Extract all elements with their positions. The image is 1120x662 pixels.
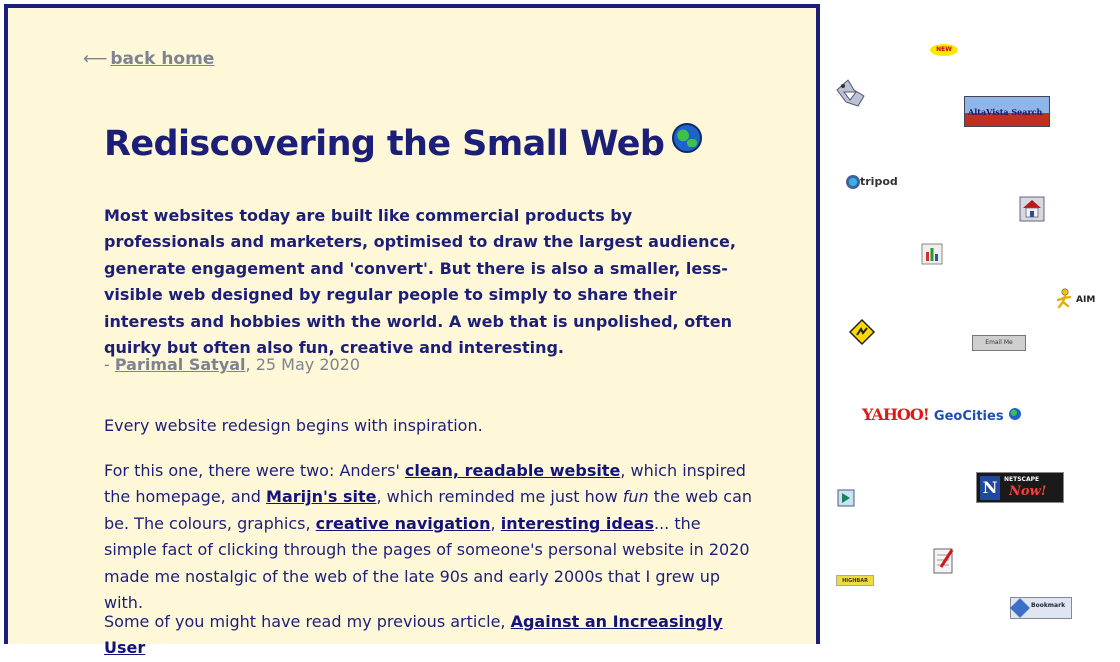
altavista-banner: AltaVista Search bbox=[964, 96, 1050, 127]
back-home-nav: ⟵ back home bbox=[83, 49, 214, 69]
bookmark-badge: Bookmark bbox=[1010, 597, 1072, 619]
bookmark-text: Bookmark bbox=[1031, 602, 1066, 609]
yahoo-geocities-logo: YAHOO! GeoCities bbox=[862, 405, 1042, 431]
netscape-n-icon: N bbox=[980, 476, 1000, 500]
byline-date: , 25 May 2020 bbox=[245, 355, 361, 374]
anders-website-link[interactable]: clean, readable website bbox=[405, 461, 620, 480]
tripod-text: tripod bbox=[860, 175, 898, 188]
back-home-link[interactable]: back home bbox=[110, 49, 214, 69]
text-run: , which reminded me just how bbox=[376, 487, 623, 507]
small-hand-icon bbox=[837, 489, 855, 507]
author-link[interactable]: Parimal Satyal bbox=[115, 355, 246, 374]
aim-running-man: AIM bbox=[1056, 288, 1106, 310]
tripod-mark-icon bbox=[846, 175, 860, 189]
small-globe-icon bbox=[1008, 408, 1021, 420]
geocities-text: GeoCities bbox=[933, 409, 1004, 424]
paragraph-inspiration: For this one, there were two: Anders' cl… bbox=[104, 458, 754, 616]
text-run: Some of you might have read my previous … bbox=[104, 612, 511, 631]
article-title: Rediscovering the Small Web bbox=[104, 123, 703, 164]
article-lead: Most websites today are built like comme… bbox=[104, 206, 736, 358]
under-construction-sign-icon bbox=[848, 318, 876, 346]
bookmark-star-icon bbox=[1010, 598, 1030, 618]
mail-bird-icon bbox=[836, 79, 865, 107]
new-badge: NEW bbox=[930, 44, 958, 56]
altavista-text: AltaVista Search bbox=[968, 107, 1043, 117]
back-arrow-icon: ⟵ bbox=[83, 49, 108, 69]
text-run: , bbox=[490, 513, 501, 533]
creative-navigation-link[interactable]: creative navigation bbox=[316, 514, 491, 533]
text-run: For this one, there were two: Anders' bbox=[104, 461, 405, 480]
interesting-ideas-link[interactable]: interesting ideas bbox=[501, 514, 654, 533]
netscape-text: NETSCAPE bbox=[1004, 476, 1040, 483]
byline-prefix: - bbox=[104, 355, 115, 374]
article-title-text: Rediscovering the Small Web bbox=[104, 124, 665, 164]
article-panel: ⟵ back home Rediscovering the Small Web M… bbox=[4, 4, 820, 657]
yahoo-text: YAHOO! bbox=[862, 405, 930, 424]
marijn-site-link[interactable]: Marijn's site bbox=[266, 487, 376, 506]
paragraph-intro: Every website redesign begins with inspi… bbox=[104, 416, 483, 435]
mini-yellow-badge: HIGHBAR bbox=[836, 575, 874, 586]
aim-text: AIM bbox=[1076, 295, 1096, 305]
running-man-icon bbox=[1056, 288, 1072, 309]
home-icon bbox=[1019, 196, 1045, 222]
earth-globe-icon bbox=[672, 123, 703, 153]
netscape-now-text: Now! bbox=[1009, 484, 1047, 499]
email-me-button[interactable]: Email Me bbox=[972, 335, 1026, 351]
emphasis-fun: fun bbox=[622, 487, 649, 507]
article-byline: - Parimal Satyal, 25 May 2020 bbox=[104, 355, 360, 374]
notepad-pen-icon bbox=[933, 548, 954, 574]
paragraph-previous-article: Some of you might have read my previous … bbox=[104, 609, 754, 662]
retro-gif-sidebar: NEW AltaVista Search tripod AIM Email Me… bbox=[826, 0, 1120, 630]
netscape-now-banner: N NETSCAPE Now! bbox=[976, 472, 1064, 503]
tripod-logo: tripod bbox=[846, 172, 910, 192]
bar-chart-icon bbox=[921, 243, 943, 265]
